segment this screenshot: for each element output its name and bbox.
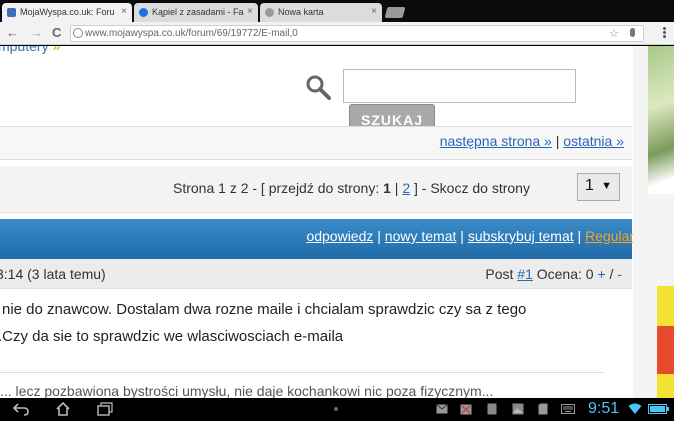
gmail-icon[interactable] — [436, 404, 448, 414]
battery-icon — [648, 404, 669, 414]
jump-to-page-select[interactable]: 1 ▼ — [577, 173, 620, 201]
bookmark-star-icon[interactable]: ☆ — [609, 27, 619, 40]
new-topic-link[interactable]: nowy temat — [385, 228, 457, 244]
breadcrumb-link[interactable]: mputery — [0, 46, 49, 54]
rate-down-button[interactable]: - — [617, 266, 622, 282]
url-text: www.mojawyspa.co.uk/forum/69/19772/E-mai… — [85, 28, 298, 39]
search-icon — [306, 75, 331, 100]
mojawyspa-favicon-icon — [7, 8, 16, 17]
action-separator: | — [377, 228, 381, 244]
system-bar: 9:51 — [0, 398, 674, 421]
sd-card-icon[interactable] — [538, 403, 548, 415]
tab-mojawyspa[interactable]: MojaWyspa.co.uk: Foru × — [2, 3, 132, 22]
image-icon[interactable] — [512, 403, 524, 415]
breadcrumb[interactable]: mputery » — [0, 46, 60, 54]
clock: 9:51 — [588, 400, 620, 417]
action-separator: | — [460, 228, 464, 244]
wifi-icon — [628, 403, 642, 414]
reload-button[interactable]: C — [52, 26, 61, 40]
close-tab-icon[interactable]: × — [121, 6, 127, 17]
thread-actions: odpowiedz | nowy temat | subskrybuj tema… — [306, 228, 652, 244]
forward-button[interactable]: → — [30, 26, 43, 40]
top-pager: następna strona » | ostatnia » — [440, 133, 624, 149]
post-number-link[interactable]: #1 — [517, 266, 533, 282]
page-info-suffix: ] - Skocz do strony — [414, 180, 530, 196]
page-separator: | — [394, 180, 399, 196]
signature-divider — [0, 372, 604, 373]
post-label: Post — [485, 266, 514, 282]
subscribe-link[interactable]: subskrybuj temat — [468, 228, 574, 244]
new-tab-button[interactable] — [384, 7, 406, 18]
rating-label: Ocena: 0 — [536, 266, 594, 282]
next-page-link[interactable]: następna strona » — [440, 133, 552, 149]
close-tab-icon[interactable]: × — [247, 6, 253, 17]
close-tab-icon[interactable]: × — [371, 6, 377, 17]
back-button[interactable]: ← — [6, 26, 19, 40]
dropdown-arrow-icon: ▼ — [601, 180, 612, 192]
tab-title: Nowa karta — [278, 7, 324, 17]
keyboard-indicator-icon — [334, 407, 338, 411]
current-page: 1 — [383, 180, 391, 196]
tab-new-tab[interactable]: Nowa karta × — [260, 3, 382, 22]
last-page-link[interactable]: ostatnia » — [563, 133, 624, 149]
facebook-favicon-icon — [139, 8, 148, 17]
address-bar[interactable]: www.mojawyspa.co.uk/forum/69/19772/E-mai… — [70, 25, 644, 42]
breadcrumb-arrow: » — [52, 46, 61, 54]
rating-slash: / — [609, 266, 614, 282]
pager-separator: | — [555, 133, 560, 149]
globe-icon — [73, 28, 83, 38]
action-separator: | — [577, 228, 582, 244]
reply-link[interactable]: odpowiedz — [306, 228, 373, 244]
keyboard-icon[interactable] — [561, 404, 575, 414]
post-body-line: .Czy da sie to sprawdzic we wlasciwoscia… — [0, 328, 344, 345]
home-icon[interactable] — [55, 402, 71, 416]
post-rating: Post #1 Ocena: 0 + / - — [485, 266, 622, 282]
browser-toolbar: ← → C www.mojawyspa.co.uk/forum/69/19772… — [0, 22, 674, 45]
post-time: 3:14 (3 lata temu) — [0, 266, 106, 282]
recent-apps-icon[interactable] — [97, 402, 113, 416]
select-value: 1 — [585, 177, 594, 194]
ad-image[interactable] — [648, 46, 674, 194]
page-info-prefix: Strona 1 z 2 - [ przejdź do strony: — [173, 180, 380, 196]
calendar-icon[interactable] — [460, 403, 472, 415]
search-input[interactable] — [343, 69, 576, 103]
tab-strip: MojaWyspa.co.uk: Foru × Kąpiel z zasadam… — [0, 0, 674, 22]
page-info: Strona 1 z 2 - [ przejdź do strony: 1 | … — [173, 180, 530, 196]
post-body-line: nie do znawcow. Dostalam dwa rozne maile… — [2, 301, 527, 318]
page-content: mputery » SZUKAJ następna strona » | ost… — [0, 46, 674, 398]
tab-title: MojaWyspa.co.uk: Foru — [20, 7, 115, 17]
microphone-icon[interactable] — [630, 28, 635, 37]
tab-kapiel[interactable]: Kąpiel z zasadami - Fa × — [134, 3, 258, 22]
ad-banner-accent — [657, 326, 674, 374]
rate-up-button[interactable]: + — [597, 266, 605, 282]
page-2-link[interactable]: 2 — [402, 180, 410, 196]
file-icon[interactable] — [487, 403, 497, 415]
post-signature: ... lecz pozbawiona bystrości umysłu, ni… — [0, 383, 494, 398]
globe-favicon-icon — [265, 8, 274, 17]
menu-icon[interactable] — [663, 27, 666, 39]
tab-title: Kąpiel z zasadami - Fa — [152, 7, 244, 17]
back-icon[interactable] — [12, 402, 30, 416]
